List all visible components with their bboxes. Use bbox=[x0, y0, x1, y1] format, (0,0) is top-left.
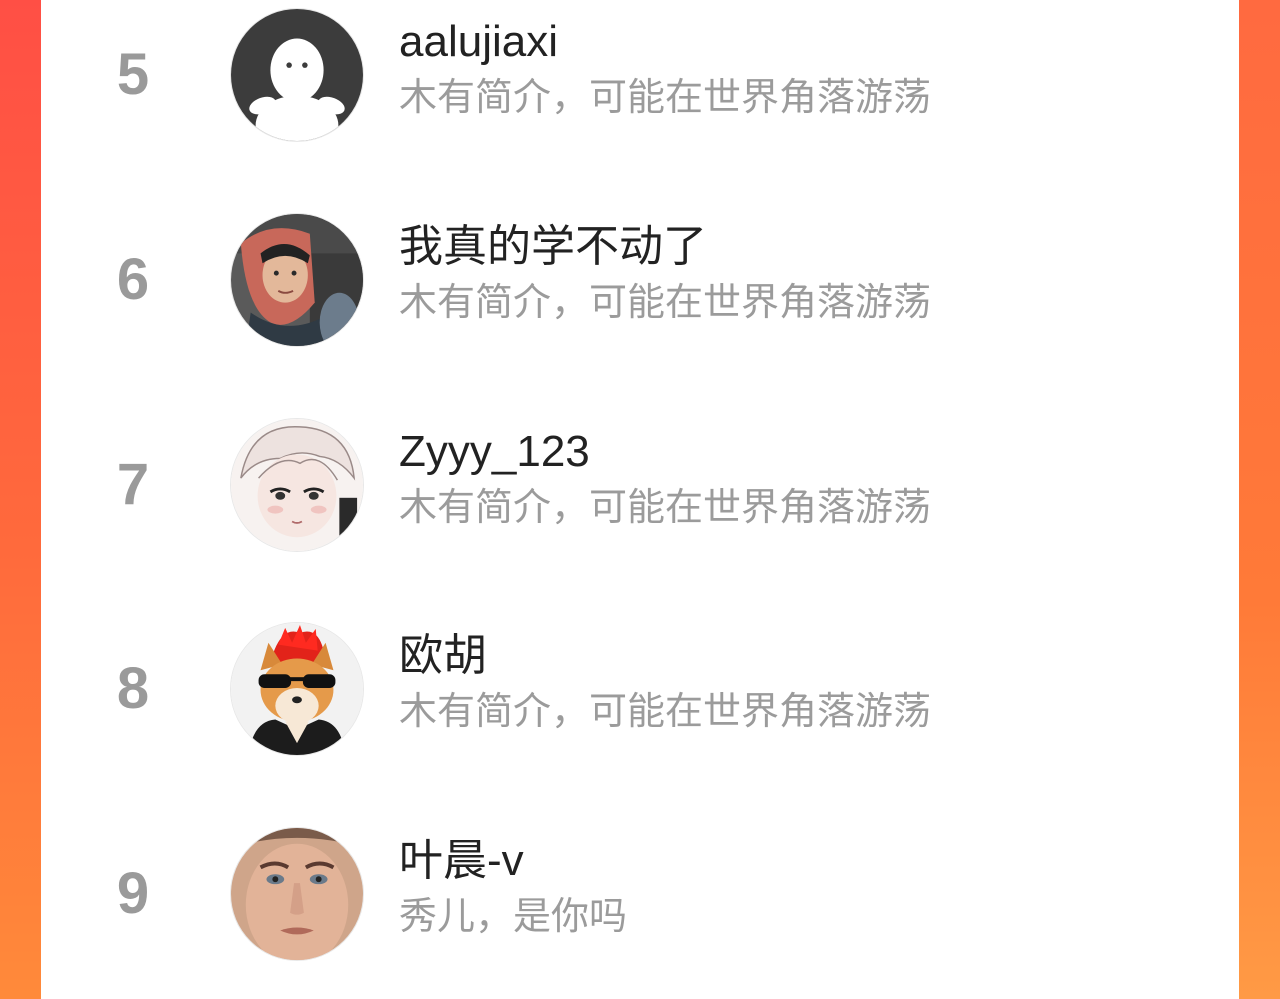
user-bio: 木有简介，可能在世界角落游荡 bbox=[399, 487, 932, 529]
username[interactable]: 我真的学不动了 bbox=[399, 219, 707, 275]
photo-woman-headscarf-avatar-icon bbox=[231, 214, 363, 346]
avatar[interactable] bbox=[230, 8, 364, 142]
user-bio: 秀儿，是你吗 bbox=[399, 896, 628, 938]
rank-number: 7 bbox=[116, 452, 150, 517]
photo-man-face-avatar-icon bbox=[231, 828, 363, 960]
list-item[interactable]: 7 Zyyy_123 木有简介，可能在世界角落游荡 bbox=[41, 418, 1239, 554]
list-item[interactable]: 5 aalujiaxi 木有简介，可能在世界角落游荡 bbox=[41, 8, 1239, 144]
username[interactable]: 叶晨-v bbox=[399, 833, 524, 889]
username[interactable]: 欧胡 bbox=[399, 628, 487, 684]
username[interactable]: aalujiaxi bbox=[399, 14, 558, 70]
list-item[interactable]: 8 欧胡 木有简介，可能在世界角落游荡 bbox=[41, 622, 1239, 758]
username[interactable]: Zyyy_123 bbox=[399, 424, 590, 480]
avatar[interactable] bbox=[230, 622, 364, 756]
list-item[interactable]: 9 叶晨-v 秀儿，是你吗 bbox=[41, 827, 1239, 963]
rank-list-card: 5 aalujiaxi 木有简介，可能在世界角落游荡 6 我真的学不动了 木有简… bbox=[41, 0, 1239, 999]
shiba-dog-sunglasses-avatar-icon bbox=[231, 623, 363, 755]
user-bio: 木有简介，可能在世界角落游荡 bbox=[399, 691, 932, 733]
avatar[interactable] bbox=[230, 418, 364, 552]
avatar[interactable] bbox=[230, 827, 364, 961]
anime-character-avatar-icon bbox=[231, 419, 363, 551]
avatar[interactable] bbox=[230, 213, 364, 347]
background-edge-right bbox=[1238, 0, 1280, 999]
default-ghost-avatar-icon bbox=[231, 9, 363, 141]
list-item[interactable]: 6 我真的学不动了 木有简介，可能在世界角落游荡 bbox=[41, 213, 1239, 349]
user-bio: 木有简介，可能在世界角落游荡 bbox=[399, 77, 932, 119]
rank-number: 5 bbox=[116, 42, 150, 107]
user-bio: 木有简介，可能在世界角落游荡 bbox=[399, 282, 932, 324]
rank-number: 6 bbox=[116, 247, 150, 312]
rank-number: 8 bbox=[116, 656, 150, 721]
rank-number: 9 bbox=[116, 861, 150, 926]
